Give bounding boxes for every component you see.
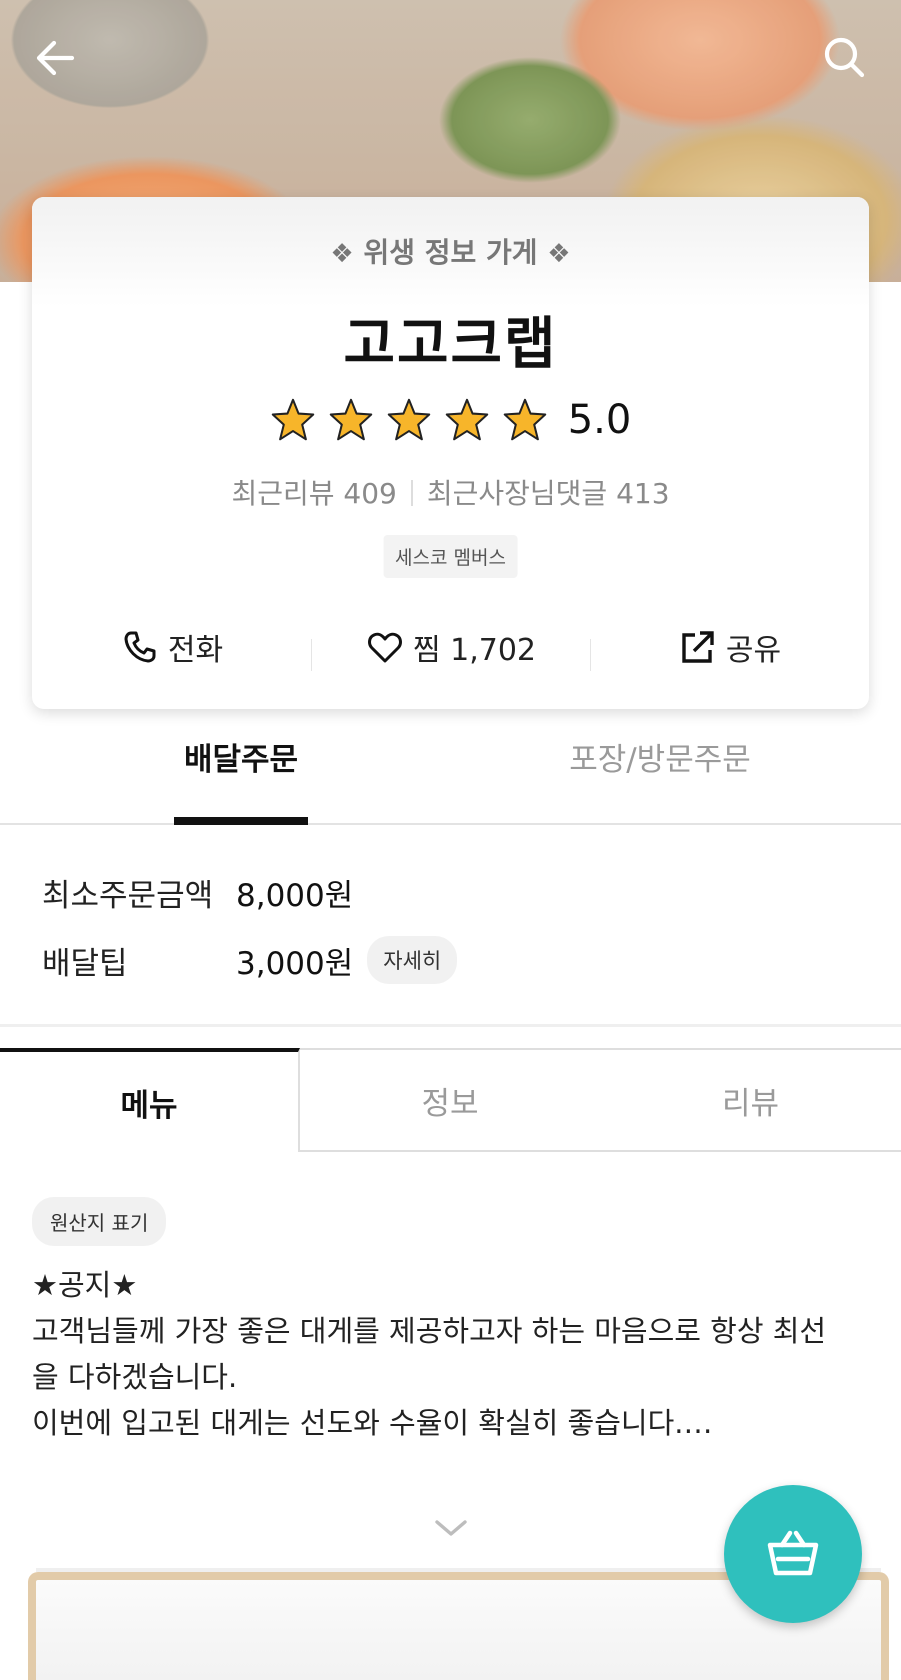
delivery-tip-value: 3,000원	[236, 945, 354, 982]
share-button[interactable]: 공유	[590, 625, 869, 671]
star-icon	[329, 398, 372, 441]
call-label: 전화	[167, 633, 224, 668]
hygiene-badge-label: 위생 정보 가게	[363, 236, 538, 269]
wish-button[interactable]: 찜 1,702	[311, 625, 590, 671]
chevron-down-icon[interactable]	[433, 1514, 469, 1540]
call-button[interactable]: 전화	[32, 625, 311, 669]
rating-row: 5.0	[32, 395, 869, 445]
store-info-tabs: 메뉴 정보 리뷰	[0, 1048, 901, 1152]
notice-line: ★공지★	[32, 1268, 138, 1302]
review-counts: 최근리뷰 409 최근사장님댓글 413	[32, 472, 869, 512]
tab-info[interactable]: 정보	[300, 1048, 600, 1152]
heart-icon	[368, 632, 402, 663]
back-button[interactable]	[28, 30, 84, 86]
notice-line: 고객님들께 가장 좋은 대게를 제공하고자 하는 마음으로 항상 최선	[32, 1314, 827, 1348]
tab-delivery-label: 배달주문	[183, 742, 299, 778]
hygiene-badge: ❖ 위생 정보 가게 ❖	[32, 231, 869, 271]
wish-label: 찜 1,702	[412, 633, 537, 668]
notice-line: 을 다하겠습니다.	[32, 1360, 238, 1394]
leaf-ornament-icon: ❖	[330, 239, 354, 269]
cart-button[interactable]	[724, 1485, 862, 1623]
action-row: 전화 찜 1,702 공유	[32, 617, 869, 677]
back-arrow-icon	[36, 40, 75, 76]
divider	[410, 480, 413, 506]
delivery-tip-label: 배달팁	[42, 945, 128, 982]
notice-line: 이번에 입고된 대게는 선도와 수율이 확실히 좋습니다.…	[32, 1406, 713, 1440]
owner-replies[interactable]: 최근사장님댓글 413	[427, 477, 670, 510]
min-order-label: 최소주문금액	[42, 878, 214, 914]
search-icon	[824, 37, 865, 78]
min-order-value: 8,000원	[236, 878, 354, 914]
recent-reviews[interactable]: 최근리뷰 409	[231, 477, 396, 510]
share-label: 공유	[725, 633, 782, 668]
star-icon	[503, 398, 546, 441]
search-button[interactable]	[817, 30, 873, 86]
store-info-card: ❖ 위생 정보 가게 ❖ 고고크랩 5.0 최근리뷰 409 최근사장님댓글 41…	[32, 197, 869, 709]
share-icon	[682, 631, 714, 663]
cesco-badge: 세스코 멤버스	[383, 535, 518, 578]
origin-label-button[interactable]: 원산지 표기	[32, 1197, 167, 1246]
min-order-row: 최소주문금액 8,000원	[42, 870, 353, 915]
order-type-tabs: 배달주문 포장/방문주문	[0, 735, 901, 825]
phone-icon	[124, 631, 156, 663]
tab-menu[interactable]: 메뉴	[0, 1048, 300, 1152]
tab-review[interactable]: 리뷰	[600, 1048, 901, 1152]
rating-value: 5.0	[567, 397, 632, 443]
delivery-tip-row: 배달팁 3,000원 자세히	[42, 936, 458, 984]
section-divider	[0, 1024, 901, 1027]
store-name: 고고크랩	[343, 312, 558, 377]
active-tab-underline	[174, 817, 308, 825]
star-icon	[445, 398, 488, 441]
leaf-ornament-icon: ❖	[547, 239, 571, 269]
star-icon	[387, 398, 430, 441]
tab-pickup[interactable]: 포장/방문주문	[530, 735, 790, 823]
star-icon	[271, 398, 314, 441]
delivery-tip-detail-button[interactable]: 자세히	[367, 936, 458, 984]
store-notice: ★공지★ 고객님들께 가장 좋은 대게를 제공하고자 하는 마음으로 항상 최선…	[32, 1262, 872, 1446]
basket-icon	[767, 1530, 819, 1576]
tab-delivery[interactable]: 배달주문	[174, 735, 308, 825]
